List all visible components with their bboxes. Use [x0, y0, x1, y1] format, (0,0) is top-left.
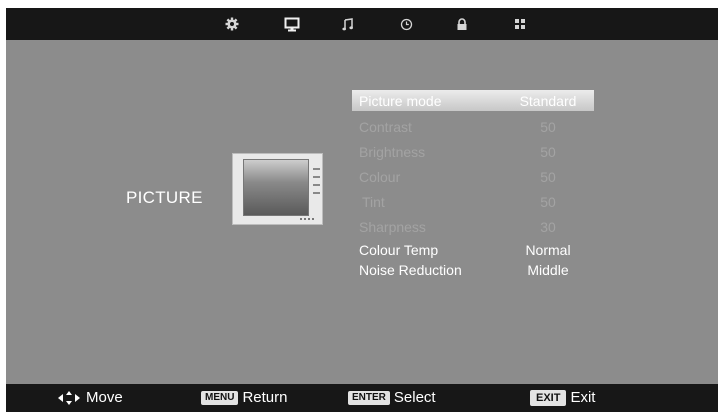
menu-item-noise-reduction[interactable]: Noise Reduction Middle [352, 260, 594, 280]
tab-setup[interactable] [214, 8, 250, 40]
colour-temp-label: Colour Temp [359, 242, 439, 258]
sharpness-label: Sharpness [359, 219, 426, 235]
menu-key: MENU [201, 390, 239, 405]
exit-key: EXIT [530, 389, 567, 406]
picture-mode-value: Standard [519, 93, 577, 109]
sharpness-value: 30 [540, 219, 556, 235]
tab-lock[interactable] [444, 8, 480, 40]
menu-item-brightness: Brightness 50 [352, 140, 594, 165]
menu-item-sharpness: Sharpness 30 [352, 215, 594, 240]
contrast-label: Contrast [359, 119, 412, 135]
menu-item-tint: Tint 50 [352, 190, 594, 215]
colour-value: 50 [540, 169, 556, 185]
enter-key: ENTER [348, 390, 390, 405]
hint-move: Move [58, 389, 123, 406]
tab-time[interactable] [388, 8, 424, 40]
tab-picture[interactable] [274, 8, 310, 40]
music-note-icon [342, 17, 353, 30]
select-label: Select [393, 389, 436, 406]
menu-item-colour: Colour 50 [352, 165, 594, 190]
section-title: PICTURE [126, 188, 203, 207]
hint-return: MENU Return [201, 389, 287, 406]
menu-item-contrast: Contrast 50 [352, 115, 594, 140]
hint-select: ENTER Select [348, 389, 436, 406]
tab-sound[interactable] [330, 8, 366, 40]
tint-label: Tint [362, 194, 385, 210]
grid-icon [515, 19, 525, 29]
hint-exit: EXIT Exit [530, 389, 595, 406]
top-menu-bar [6, 8, 718, 40]
gear-icon [225, 17, 239, 31]
move-label: Move [86, 389, 123, 406]
brightness-value: 50 [540, 144, 556, 160]
colour-temp-value: Normal [525, 242, 571, 258]
picture-mode-label: Picture mode [359, 93, 442, 109]
monitor-icon [284, 17, 300, 31]
menu-item-colour-temp[interactable]: Colour Temp Normal [352, 240, 594, 260]
navigation-arrows-icon [58, 390, 80, 405]
lock-icon [457, 17, 467, 30]
picture-menu: Picture mode Standard Contrast 50 Bright… [352, 90, 594, 280]
tv-illustration-icon [232, 153, 323, 225]
tv-osd-screen: PICTURE Picture mode Standard Contrast 5… [6, 8, 718, 412]
clock-icon [400, 18, 412, 30]
noise-reduction-value: Middle [527, 262, 569, 278]
exit-label: Exit [570, 389, 596, 406]
bottom-hint-bar: Move MENU Return ENTER Select EXIT Exit [6, 384, 718, 412]
noise-reduction-label: Noise Reduction [359, 262, 462, 278]
return-label: Return [242, 389, 288, 406]
contrast-value: 50 [540, 119, 556, 135]
tint-value: 50 [540, 194, 556, 210]
colour-label: Colour [359, 169, 401, 185]
tab-setting[interactable] [502, 8, 538, 40]
menu-item-picture-mode[interactable]: Picture mode Standard [352, 90, 594, 111]
brightness-label: Brightness [359, 144, 426, 160]
